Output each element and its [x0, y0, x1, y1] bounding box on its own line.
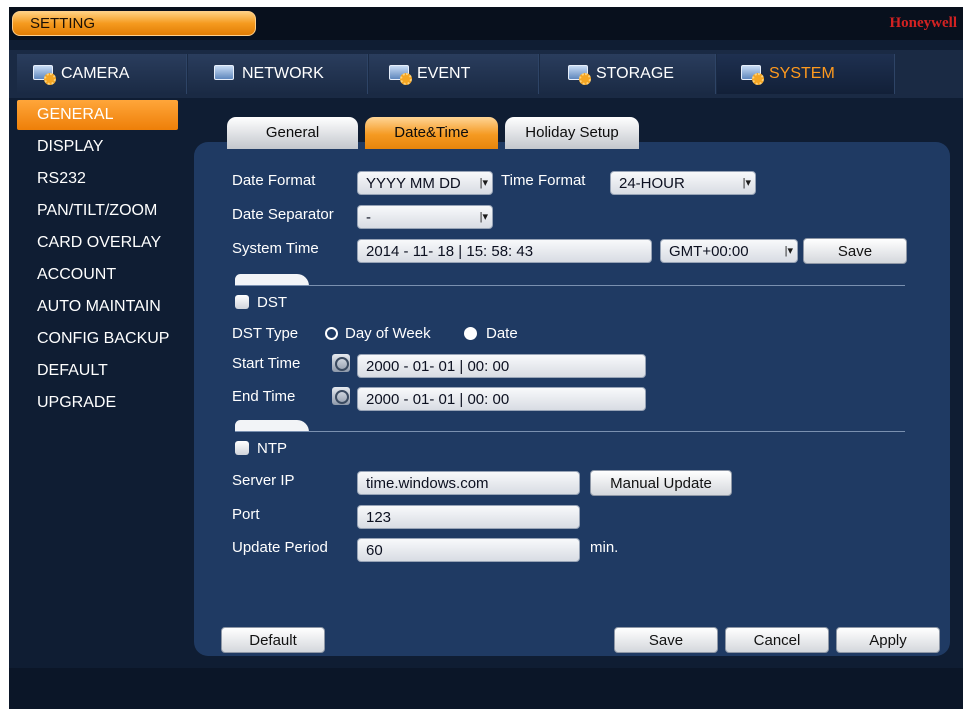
dst-end-time-label: End Time: [232, 388, 296, 405]
system-time-label: System Time: [232, 240, 319, 257]
sidebar-item-card-overlay[interactable]: CARD OVERLAY: [17, 228, 187, 260]
app-window: SETTING Honeywell CAMERA NETWORK EVENT S…: [9, 7, 963, 709]
update-period-field[interactable]: 60: [357, 538, 580, 562]
sidebar-item-rs232[interactable]: RS232: [17, 164, 187, 196]
dropdown-arrow-icon: |▾: [784, 245, 793, 257]
tab-camera[interactable]: CAMERA: [17, 54, 187, 94]
clock-icon[interactable]: [332, 354, 350, 372]
update-period-label: Update Period: [232, 539, 328, 556]
sidebar: GENERAL DISPLAY RS232 PAN/TILT/ZOOM CARD…: [17, 100, 187, 420]
sidebar-item-pan-tilt-zoom[interactable]: PAN/TILT/ZOOM: [17, 196, 187, 228]
sidebar-item-default[interactable]: DEFAULT: [17, 356, 187, 388]
time-format-label: Time Format: [501, 172, 586, 189]
subtab-general[interactable]: General: [227, 117, 358, 149]
system-icon: [739, 63, 765, 85]
update-period-unit: min.: [590, 539, 619, 556]
date-format-select[interactable]: YYYY MM DD |▾: [357, 171, 493, 195]
subtab-holiday-setup[interactable]: Holiday Setup: [505, 117, 639, 149]
dropdown-arrow-icon: |▾: [479, 177, 488, 189]
main-tab-bar: CAMERA NETWORK EVENT STORAGE SYSTEM: [9, 50, 963, 98]
title-bar: SETTING Honeywell: [9, 7, 963, 40]
tab-event-label: EVENT: [417, 65, 471, 82]
system-time-field[interactable]: 2014 - 11- 18 | 15: 58: 43: [357, 239, 652, 263]
dst-date-radio[interactable]: [464, 327, 477, 340]
sidebar-item-upgrade[interactable]: UPGRADE: [17, 388, 187, 420]
dst-end-time-field[interactable]: 2000 - 01- 01 | 00: 00: [357, 387, 646, 411]
dst-checkbox[interactable]: [235, 295, 249, 309]
subtab-date-time[interactable]: Date&Time: [365, 117, 498, 149]
sidebar-item-auto-maintain[interactable]: AUTO MAINTAIN: [17, 292, 187, 324]
port-field[interactable]: 123: [357, 505, 580, 529]
dst-checkbox-label: DST: [257, 294, 287, 311]
tab-storage[interactable]: STORAGE: [540, 54, 716, 94]
clock-icon[interactable]: [332, 387, 350, 405]
dst-start-time-label: Start Time: [232, 355, 301, 372]
dropdown-arrow-icon: |▾: [479, 211, 488, 223]
tab-storage-label: STORAGE: [596, 65, 674, 82]
save-button[interactable]: Save: [614, 627, 718, 653]
apply-button[interactable]: Apply: [836, 627, 940, 653]
date-separator-select[interactable]: - |▾: [357, 205, 493, 229]
dst-date-label: Date: [486, 325, 518, 342]
dst-type-label: DST Type: [232, 325, 299, 342]
dropdown-arrow-icon: |▾: [742, 177, 751, 189]
server-ip-label: Server IP: [232, 472, 295, 489]
settings-panel: Date Format YYYY MM DD |▾ Time Format 24…: [194, 142, 950, 656]
date-separator-label: Date Separator: [232, 206, 334, 223]
time-format-select[interactable]: 24-HOUR |▾: [610, 171, 756, 195]
dst-day-of-week-radio[interactable]: [325, 327, 338, 340]
tab-system[interactable]: SYSTEM: [717, 54, 895, 94]
dst-day-of-week-label: Day of Week: [345, 325, 431, 342]
dst-start-time-field[interactable]: 2000 - 01- 01 | 00: 00: [357, 354, 646, 378]
brand-logo: Honeywell: [889, 15, 958, 31]
date-format-value: YYYY MM DD: [366, 175, 461, 192]
server-ip-field[interactable]: time.windows.com: [357, 471, 580, 495]
sidebar-item-general[interactable]: GENERAL: [17, 100, 178, 130]
tab-event[interactable]: EVENT: [369, 54, 539, 94]
tab-network-label: NETWORK: [242, 65, 324, 82]
timezone-select[interactable]: GMT+00:00 |▾: [660, 239, 798, 263]
ntp-checkbox[interactable]: [235, 441, 249, 455]
tab-system-label: SYSTEM: [769, 65, 835, 82]
sidebar-item-config-backup[interactable]: CONFIG BACKUP: [17, 324, 187, 356]
setting-title-tab: SETTING: [12, 11, 256, 36]
tab-network[interactable]: NETWORK: [188, 54, 368, 94]
network-icon: [212, 63, 238, 85]
timezone-value: GMT+00:00: [669, 243, 749, 260]
port-label: Port: [232, 506, 260, 523]
tab-camera-label: CAMERA: [61, 65, 130, 82]
camera-icon: [31, 63, 57, 85]
ntp-checkbox-label: NTP: [257, 440, 287, 457]
cancel-button[interactable]: Cancel: [725, 627, 829, 653]
event-icon: [387, 63, 413, 85]
date-format-label: Date Format: [232, 172, 316, 189]
sidebar-item-account[interactable]: ACCOUNT: [17, 260, 187, 292]
time-format-value: 24-HOUR: [619, 175, 685, 192]
default-button[interactable]: Default: [221, 627, 325, 653]
status-bar: [9, 668, 963, 709]
section-divider: [235, 431, 905, 432]
section-divider: [235, 285, 905, 286]
manual-update-button[interactable]: Manual Update: [590, 470, 732, 496]
sidebar-item-display[interactable]: DISPLAY: [17, 132, 187, 164]
storage-icon: [566, 63, 592, 85]
system-time-save-button[interactable]: Save: [803, 238, 907, 264]
date-separator-value: -: [366, 209, 371, 226]
